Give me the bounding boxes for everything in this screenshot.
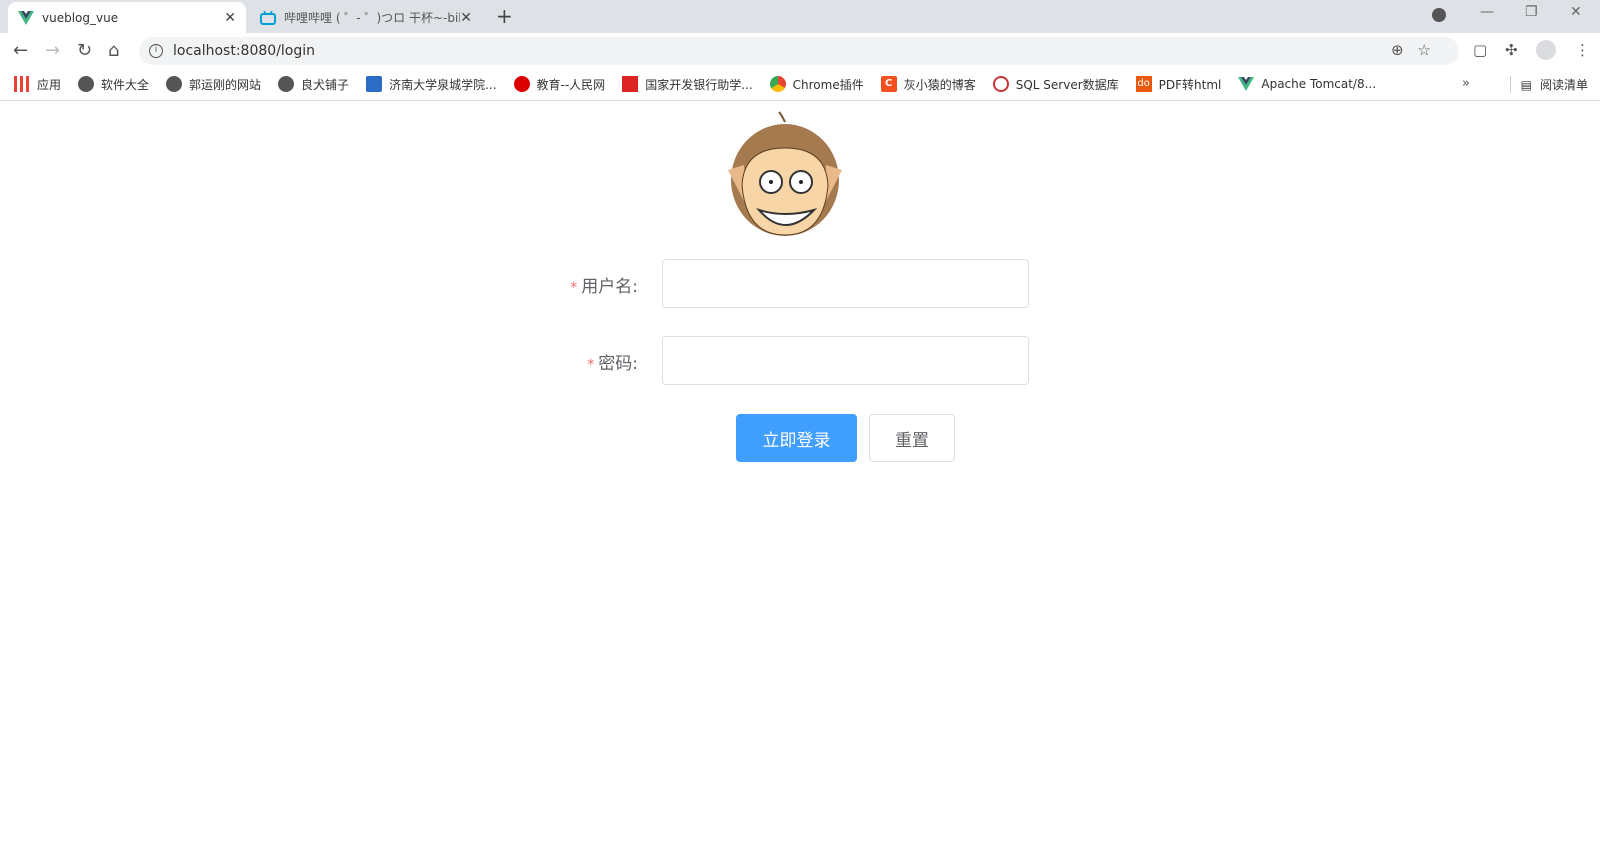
reading-list-label: 阅读清单: [1539, 78, 1588, 92]
more-bookmarks-icon[interactable]: »: [1462, 76, 1470, 91]
bookmark-item[interactable]: 教育--人民网: [513, 76, 606, 93]
close-tab-icon[interactable]: ✕: [224, 10, 236, 26]
people-daily-icon: [513, 76, 530, 92]
bookmark-label: 软件大全: [101, 77, 150, 92]
extension-icon[interactable]: ▢: [1473, 41, 1487, 59]
bookmarks-bar: 应用 软件大全 郭运刚的网站 良犬铺子 济南大学泉城学院... 教育--人民网 …: [0, 68, 1600, 101]
password-input[interactable]: [662, 336, 1029, 385]
bookmark-item[interactable]: 郭运刚的网站: [166, 76, 261, 93]
apps-grid-icon: [14, 76, 30, 92]
menu-icon[interactable]: ⋮: [1575, 41, 1590, 59]
globe-icon: [78, 76, 95, 92]
bookmark-label: 郭运刚的网站: [189, 77, 262, 92]
tab-title: 哔哩哔哩 ( ゜- ゜)つロ 干杯~-bilibili: [284, 11, 460, 25]
chrome-plugin-icon: [769, 76, 786, 92]
bookmark-label: Apache Tomcat/8...: [1261, 77, 1377, 91]
sql-icon: [992, 76, 1009, 92]
tab-vueblog[interactable]: vueblog_vue ✕: [8, 2, 246, 33]
tab-title: vueblog_vue: [42, 10, 119, 25]
required-mark: *: [570, 280, 578, 296]
close-window-icon[interactable]: ✕: [1570, 4, 1582, 20]
reset-button[interactable]: 重置: [869, 414, 955, 462]
username-label: * 用户名:: [518, 272, 638, 297]
url-text: localhost:8080/login: [173, 43, 316, 59]
zoom-icon[interactable]: ⊕: [1391, 41, 1418, 59]
bookmark-item[interactable]: 济南大学泉城学院...: [366, 76, 497, 93]
doc-icon: do: [1135, 76, 1152, 92]
bookmark-item[interactable]: Apache Tomcat/8...: [1238, 77, 1376, 91]
address-bar[interactable]: i localhost:8080/login ⊕☆: [139, 37, 1459, 65]
globe-icon: [278, 76, 295, 92]
bookmark-item[interactable]: SQL Server数据库: [992, 76, 1119, 93]
bookmark-item[interactable]: C 灰小猿的博客: [880, 76, 976, 93]
bookmark-label: Chrome插件: [792, 77, 864, 92]
reload-icon[interactable]: ↻: [77, 40, 92, 61]
reading-list-button[interactable]: ▤ 阅读清单: [1509, 76, 1588, 93]
bookmark-label: 济南大学泉城学院...: [389, 77, 497, 92]
password-label-text: 密码:: [598, 354, 638, 374]
username-label-text: 用户名:: [581, 277, 638, 297]
info-icon[interactable]: i: [149, 44, 163, 58]
puzzle-icon[interactable]: ✣: [1505, 41, 1518, 59]
school-icon: [366, 76, 383, 92]
vue-logo-icon: [18, 10, 34, 25]
bank-icon: [622, 76, 639, 92]
bookmark-item[interactable]: 软件大全: [78, 76, 149, 93]
restore-icon[interactable]: ❐: [1525, 4, 1538, 20]
bookmark-label: 应用: [37, 77, 62, 92]
reading-list-icon: ▤: [1520, 77, 1532, 92]
bookmark-label: 教育--人民网: [536, 77, 606, 92]
tab-bilibili[interactable]: 哔哩哔哩 ( ゜- ゜)つロ 干杯~-bilibili ✕: [250, 2, 482, 33]
login-button[interactable]: 立即登录: [736, 414, 857, 462]
bookmark-item[interactable]: 良犬铺子: [278, 76, 349, 93]
bookmark-label: 灰小猿的博客: [903, 77, 976, 92]
globe-icon: [166, 76, 183, 92]
tab-search-icon[interactable]: [1432, 8, 1446, 22]
vue-logo-icon: [1238, 77, 1255, 91]
username-input[interactable]: [662, 259, 1029, 308]
tab-strip: vueblog_vue ✕ 哔哩哔哩 ( ゜- ゜)つロ 干杯~-bilibil…: [0, 0, 1600, 33]
bookmark-label: PDF转html: [1158, 77, 1222, 92]
bookmark-item[interactable]: do PDF转html: [1135, 76, 1222, 93]
toolbar: ← → ↻ ⌂ i localhost:8080/login ⊕☆ ▢ ✣ ⋮: [0, 33, 1600, 68]
close-tab-icon[interactable]: ✕: [460, 10, 472, 26]
bookmark-apps[interactable]: 应用: [14, 76, 61, 93]
bookmark-label: SQL Server数据库: [1015, 77, 1119, 92]
required-mark: *: [587, 357, 595, 373]
back-icon[interactable]: ←: [13, 40, 28, 61]
bookmark-item[interactable]: 国家开发银行助学...: [622, 76, 753, 93]
monkey-logo: [728, 111, 842, 236]
password-label: * 密码:: [518, 349, 638, 374]
bookmark-item[interactable]: Chrome插件: [769, 76, 864, 93]
csdn-icon: C: [880, 76, 897, 92]
minimize-icon[interactable]: —: [1480, 4, 1494, 20]
bookmark-label: 良犬铺子: [301, 77, 350, 92]
bookmark-label: 国家开发银行助学...: [645, 77, 753, 92]
bilibili-icon: [260, 10, 276, 25]
profile-avatar-icon[interactable]: [1536, 40, 1556, 60]
forward-icon[interactable]: →: [45, 40, 60, 61]
new-tab-icon[interactable]: +: [496, 4, 513, 28]
bookmark-star-icon[interactable]: ☆: [1418, 41, 1445, 59]
home-icon[interactable]: ⌂: [108, 40, 119, 61]
